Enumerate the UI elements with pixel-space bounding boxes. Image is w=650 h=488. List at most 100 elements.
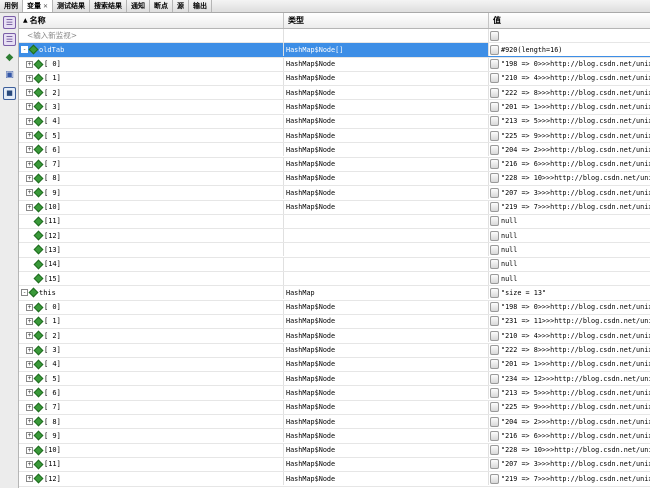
name-cell[interactable]: + [ 9] bbox=[19, 186, 284, 200]
table-row[interactable]: + [ 6] HashMap$Node "204 => 2>>>http://blog… bbox=[19, 143, 650, 158]
value-editor-button[interactable] bbox=[490, 402, 499, 413]
tab-4[interactable]: 通知 bbox=[127, 0, 151, 12]
value-editor-button[interactable] bbox=[490, 30, 499, 41]
name-cell[interactable]: - this bbox=[19, 286, 284, 300]
filter-icon[interactable]: ☰ bbox=[3, 33, 16, 46]
expand-icon[interactable]: + bbox=[26, 103, 33, 111]
table-row[interactable]: + [ 3] HashMap$Node "222 => 8>>>http://blog… bbox=[19, 343, 650, 358]
value-editor-button[interactable] bbox=[490, 459, 499, 470]
table-row[interactable]: + [12] HashMap$Node "219 => 7>>>http://blog… bbox=[19, 472, 650, 487]
expand-icon[interactable]: + bbox=[26, 317, 33, 325]
value-editor-button[interactable] bbox=[490, 473, 499, 484]
collapse-icon[interactable]: - bbox=[21, 289, 28, 297]
table-row[interactable]: + [ 5] HashMap$Node "225 => 9>>>http://blog… bbox=[19, 129, 650, 144]
expand-icon[interactable]: + bbox=[26, 389, 33, 397]
value-cell[interactable]: "234 => 12>>>http://blog.csdn.net/unix21… bbox=[489, 372, 650, 385]
value-editor-button[interactable] bbox=[490, 259, 499, 270]
value-editor-button[interactable] bbox=[490, 359, 499, 370]
table-row[interactable]: + [ 8] HashMap$Node "204 => 2>>>http://blog… bbox=[19, 415, 650, 430]
expand-icon[interactable]: + bbox=[26, 89, 33, 97]
table-row[interactable]: + [ 1] HashMap$Node "231 => 11>>>http://blo… bbox=[19, 314, 650, 330]
value-editor-button[interactable] bbox=[490, 130, 499, 141]
table-row[interactable]: + [11] HashMap$Node "207 => 3>>>http://blog… bbox=[19, 457, 650, 473]
expand-icon[interactable]: + bbox=[26, 189, 33, 197]
value-cell[interactable]: "225 => 9>>>http://blog.csdn.net/unix21/… bbox=[489, 401, 650, 414]
value-cell[interactable]: "198 => 0>>>http://blog.csdn.net/unix21/… bbox=[489, 301, 650, 314]
value-cell[interactable]: "222 => 8>>>http://blog.csdn.net/unix21/… bbox=[489, 344, 650, 357]
table-row[interactable]: + [ 3] HashMap$Node "201 => 1>>>http://blog… bbox=[19, 100, 650, 115]
value-editor-button[interactable] bbox=[490, 116, 499, 127]
table-row[interactable]: + [ 0] HashMap$Node "198 => 0>>>http://blog… bbox=[19, 57, 650, 72]
value-cell[interactable]: null bbox=[489, 229, 650, 242]
value-cell[interactable]: "210 => 4>>>http://blog.csdn.net/unix21/… bbox=[489, 72, 650, 85]
tab-1[interactable]: 变量 ✕ bbox=[23, 0, 54, 12]
expand-icon[interactable]: + bbox=[26, 132, 33, 140]
value-cell[interactable]: "219 => 7>>>http://blog.csdn.net/unix21/… bbox=[489, 472, 650, 485]
expand-icon[interactable]: + bbox=[26, 117, 33, 125]
value-editor-button[interactable] bbox=[490, 159, 499, 170]
new-watch-placeholder[interactable]: <输入新监视> bbox=[19, 30, 77, 41]
value-editor-button[interactable] bbox=[490, 73, 499, 84]
expand-icon[interactable]: + bbox=[26, 60, 33, 68]
value-cell[interactable]: "228 => 10>>>http://blog.csdn.net/unix21… bbox=[489, 444, 650, 457]
expand-icon[interactable]: + bbox=[26, 403, 33, 411]
expand-icon[interactable]: + bbox=[26, 475, 33, 483]
filter-icon[interactable]: ☰ bbox=[3, 16, 16, 29]
value-cell[interactable]: "201 => 1>>>http://blog.csdn.net/unix21/… bbox=[489, 100, 650, 113]
table-row[interactable]: + [ 4] HashMap$Node "201 => 1>>>http://blog… bbox=[19, 357, 650, 373]
table-row[interactable]: + [ 6] HashMap$Node "213 => 5>>>http://blog… bbox=[19, 386, 650, 401]
value-cell[interactable]: "222 => 8>>>http://blog.csdn.net/unix21/… bbox=[489, 86, 650, 99]
value-cell[interactable]: "204 => 2>>>http://blog.csdn.net/unix21/… bbox=[489, 415, 650, 428]
name-cell[interactable]: [15] bbox=[19, 272, 284, 286]
table-row[interactable]: [12] null bbox=[19, 229, 650, 244]
column-header-value[interactable]: 值 bbox=[489, 13, 650, 28]
column-header-type[interactable]: 类型 bbox=[284, 13, 489, 28]
value-cell[interactable]: "216 => 6>>>http://blog.csdn.net/unix21/… bbox=[489, 158, 650, 171]
value-editor-button[interactable] bbox=[490, 416, 499, 427]
name-cell[interactable]: + [ 6] bbox=[19, 143, 284, 157]
table-row[interactable]: [11] null bbox=[19, 214, 650, 230]
expand-icon[interactable]: + bbox=[26, 74, 33, 82]
table-row[interactable]: [13] null bbox=[19, 243, 650, 258]
table-row[interactable]: + [10] HashMap$Node "228 => 10>>>http://blo… bbox=[19, 443, 650, 458]
close-icon[interactable]: ✕ bbox=[43, 3, 48, 10]
tab-0[interactable]: 用例 bbox=[0, 0, 23, 12]
table-row[interactable]: + [ 2] HashMap$Node "222 => 8>>>http://blog… bbox=[19, 86, 650, 101]
column-header-name[interactable]: ▲ 名称 bbox=[19, 13, 284, 28]
table-row[interactable]: [15] null bbox=[19, 272, 650, 287]
value-editor-button[interactable] bbox=[490, 59, 499, 70]
value-editor-button[interactable] bbox=[490, 87, 499, 98]
value-editor-button[interactable] bbox=[490, 216, 499, 227]
value-editor-button[interactable] bbox=[490, 44, 499, 55]
value-editor-button[interactable] bbox=[490, 330, 499, 341]
value-cell[interactable]: "204 => 2>>>http://blog.csdn.net/unix21/… bbox=[489, 143, 650, 156]
name-cell[interactable]: + [ 1] bbox=[19, 71, 284, 85]
name-cell[interactable]: + [10] bbox=[19, 200, 284, 214]
new-watch-cell[interactable]: <输入新监视> bbox=[19, 29, 284, 42]
value-cell[interactable]: null bbox=[489, 272, 650, 285]
value-editor-button[interactable] bbox=[490, 230, 499, 241]
expand-icon[interactable]: + bbox=[26, 346, 33, 354]
name-cell[interactable]: + [ 4] bbox=[19, 357, 284, 371]
table-row[interactable]: + [ 7] HashMap$Node "216 => 6>>>http://blog… bbox=[19, 157, 650, 172]
table-row[interactable]: + [ 4] HashMap$Node "213 => 5>>>http://blog… bbox=[19, 114, 650, 130]
table-row[interactable]: + [ 7] HashMap$Node "225 => 9>>>http://blog… bbox=[19, 400, 650, 416]
value-cell[interactable]: "213 => 5>>>http://blog.csdn.net/unix21/… bbox=[489, 386, 650, 399]
name-cell[interactable]: + [ 1] bbox=[19, 314, 284, 328]
table-row[interactable]: + [ 0] HashMap$Node "198 => 0>>>http://blog… bbox=[19, 300, 650, 315]
value-cell[interactable]: "201 => 1>>>http://blog.csdn.net/unix21/… bbox=[489, 358, 650, 371]
value-editor-button[interactable] bbox=[490, 144, 499, 155]
name-cell[interactable]: + [ 0] bbox=[19, 300, 284, 314]
name-cell[interactable]: + [ 0] bbox=[19, 57, 284, 71]
name-cell[interactable]: [14] bbox=[19, 257, 284, 271]
new-watch-icon[interactable]: ▣ bbox=[3, 69, 16, 82]
value-editor-button[interactable] bbox=[490, 101, 499, 112]
value-cell[interactable]: "228 => 10>>>http://blog.csdn.net/unix21… bbox=[489, 172, 650, 185]
value-cell[interactable]: "213 => 5>>>http://blog.csdn.net/unix21/… bbox=[489, 115, 650, 128]
name-cell[interactable]: + [ 5] bbox=[19, 129, 284, 143]
name-cell[interactable]: + [12] bbox=[19, 472, 284, 486]
table-row[interactable]: [14] null bbox=[19, 257, 650, 273]
expand-icon[interactable]: + bbox=[26, 446, 33, 454]
name-cell[interactable]: + [ 7] bbox=[19, 400, 284, 414]
value-cell[interactable]: "219 => 7>>>http://blog.csdn.net/unix21/… bbox=[489, 201, 650, 214]
